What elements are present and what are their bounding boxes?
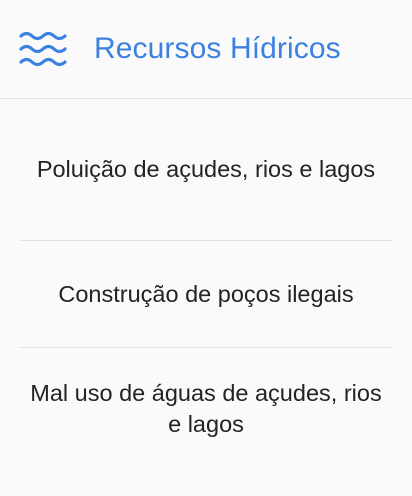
- list-item-label: Poluição de açudes, rios e lagos: [36, 156, 376, 182]
- topic-list: Poluição de açudes, rios e lagos Constru…: [0, 99, 412, 469]
- list-item-label: Construção de poços ilegais: [58, 280, 354, 307]
- screen: Recursos Hídricos Poluição de açudes, ri…: [0, 0, 412, 496]
- water-waves-icon: [18, 29, 68, 69]
- list-item-pocos-ilegais[interactable]: Construção de poços ilegais: [20, 241, 392, 348]
- list-item-label: Mal uso de águas de açudes, rios e lagos: [30, 379, 382, 437]
- app-header: Recursos Hídricos: [0, 0, 412, 99]
- page-title: Recursos Hídricos: [94, 32, 341, 65]
- list-item-mal-uso[interactable]: Mal uso de águas de açudes, rios e lagos: [20, 348, 392, 469]
- list-item-poluicao[interactable]: Poluição de açudes, rios e lagos: [20, 99, 392, 241]
